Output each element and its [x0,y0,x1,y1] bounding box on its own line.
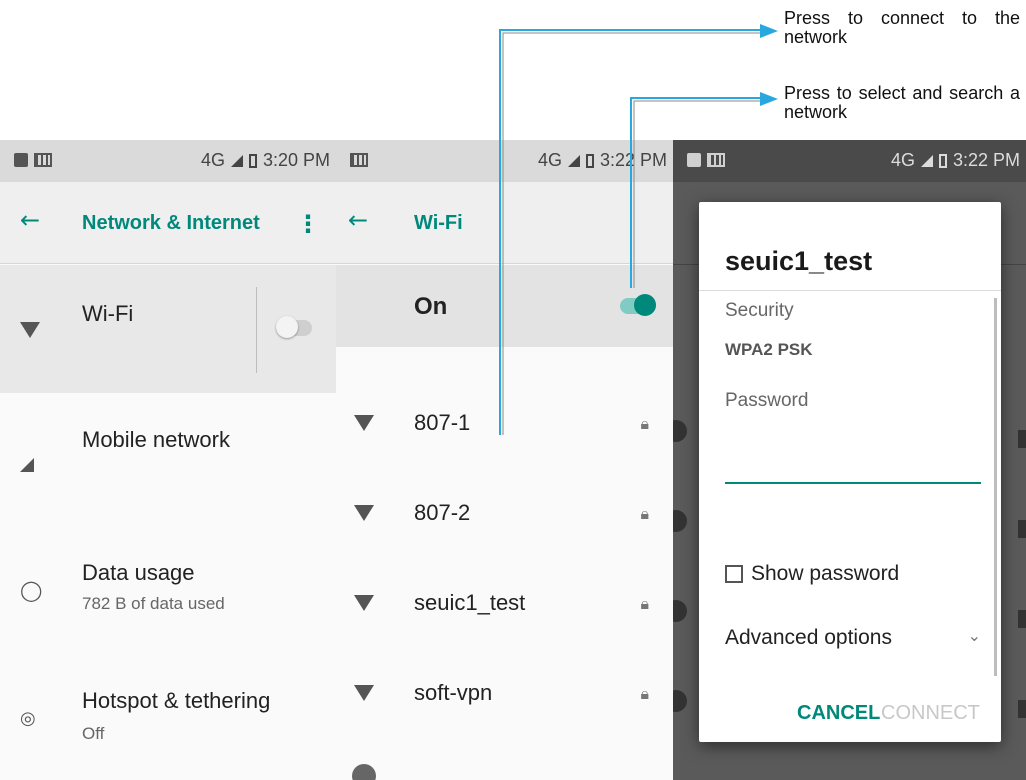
lock-icon: 🔒︎ [640,504,649,523]
wifi-toggle[interactable] [276,316,312,338]
password-input[interactable] [725,438,981,484]
network-type: 4G [200,150,225,170]
dimmed-wifi-icon [673,600,687,622]
back-arrow-icon[interactable]: ← [20,206,40,234]
dimmed-wifi-icon [673,420,687,442]
sim-icon [350,153,368,167]
wifi-icon [354,592,374,617]
lock-icon: 🔒︎ [640,594,649,613]
mobile-network-label: Mobile network [82,427,230,452]
connect-dialog: seuic1_test Security WPA2 PSK Password S… [699,202,1001,742]
wifi-setting-row[interactable]: Wi-Fi [0,265,336,393]
show-password-row[interactable]: Show password [725,562,899,586]
hotspot-label: Hotspot & tethering [82,688,271,713]
wifi-icon [354,412,374,437]
dialog-title: seuic1_test [725,246,873,276]
wifi-network-row-partial[interactable] [336,750,673,780]
status-bar: 4G 3:20 PM [0,140,336,182]
show-password-label: Show password [751,562,900,585]
signal-icon [20,453,34,478]
dimmed-lock-icon [1018,520,1026,538]
advanced-options-label: Advanced options [725,626,892,649]
wifi-icon [20,319,40,344]
divider [256,287,257,373]
page-title: Wi-Fi [414,212,463,234]
back-arrow-icon[interactable]: ← [348,206,368,234]
app-bar: ← Wi-Fi [336,182,673,264]
status-bar: 4G 3:22 PM [336,140,673,182]
status-time: 3:22 PM [599,150,667,170]
data-usage-row[interactable]: ◯ Data usage 782 B of data used [0,550,336,640]
wifi-connect-screen: 4G 3:22 PM seuic1_test Security WPA2 PSK… [673,140,1026,780]
notification-icon [14,153,28,167]
signal-strength-icon [230,154,243,167]
show-password-checkbox[interactable] [725,565,743,583]
annotation-select: Press to select and search a network [784,83,1020,122]
dialog-scrollbar [994,298,997,676]
signal-strength-icon [567,154,580,167]
advanced-options-row[interactable]: Advanced options ⌄ [725,626,981,650]
battery-icon [248,153,257,168]
wifi-icon [354,502,374,527]
dimmed-wifi-icon [673,510,687,532]
lock-icon: 🔒︎ [640,414,649,433]
sim-icon [34,153,52,167]
dialog-divider [699,290,1001,291]
status-time: 3:22 PM [952,150,1020,170]
network-type: 4G [537,150,562,170]
more-options-icon[interactable]: ⋮ [296,210,320,238]
app-bar: ← Network & Internet ⋮ [0,182,336,264]
wifi-icon [354,682,374,707]
annotation-connect: Press to connect to the network [784,8,1020,47]
status-time: 3:20 PM [262,150,330,170]
wifi-network-name: 807-1 [414,410,471,435]
password-label: Password [725,390,809,411]
dimmed-lock-icon [1018,430,1026,448]
dimmed-wifi-icon [673,690,687,712]
security-label: Security [725,300,794,321]
chevron-down-icon: ⌄ [967,628,981,645]
wifi-network-row[interactable]: soft-vpn 🔒︎ [336,660,673,730]
wifi-network-name: soft-vpn [414,680,493,705]
data-usage-sub: 782 B of data used [82,594,225,613]
connect-arrowhead [760,24,778,38]
notification-icon [687,153,701,167]
wifi-network-name: seuic1_test [414,590,526,615]
wifi-on-label: On [414,293,448,320]
wifi-network-row[interactable]: 807-2 🔒︎ [336,480,673,550]
sim-icon [707,153,725,167]
security-value: WPA2 PSK [725,340,813,359]
dimmed-lock-icon [1018,610,1026,628]
wifi-icon [352,764,376,780]
hotspot-icon: ◎ [20,708,36,729]
hotspot-sub: Off [82,724,105,743]
mobile-network-row[interactable]: Mobile network [0,393,336,521]
wifi-network-row[interactable]: seuic1_test 🔒︎ [336,570,673,640]
battery-icon [585,153,594,168]
page-title: Network & Internet [82,212,260,234]
signal-strength-icon [920,154,933,167]
hotspot-row[interactable]: ◎ Hotspot & tethering Off [0,678,336,768]
wifi-on-toggle[interactable] [620,294,656,316]
select-arrowhead [760,92,778,106]
wifi-network-name: 807-2 [414,500,471,525]
dimmed-lock-icon [1018,700,1026,718]
wifi-setting-label: Wi-Fi [82,301,134,326]
connect-button[interactable]: CONNECT [881,702,980,725]
status-bar: 4G 3:22 PM [673,140,1026,182]
network-internet-screen: 4G 3:20 PM ← Network & Internet ⋮ Wi-Fi … [0,140,336,780]
wifi-screen: 4G 3:22 PM ← Wi-Fi On 807-1 🔒︎ 807-2 🔒︎ … [336,140,673,780]
battery-icon [938,153,947,168]
data-usage-icon: ◯ [20,578,43,602]
wifi-network-row[interactable]: 807-1 🔒︎ [336,390,673,460]
wifi-master-switch[interactable]: On [336,265,673,347]
cancel-button[interactable]: CANCEL [797,702,880,725]
network-type: 4G [890,150,915,170]
data-usage-label: Data usage [82,560,195,585]
lock-icon: 🔒︎ [640,684,649,703]
